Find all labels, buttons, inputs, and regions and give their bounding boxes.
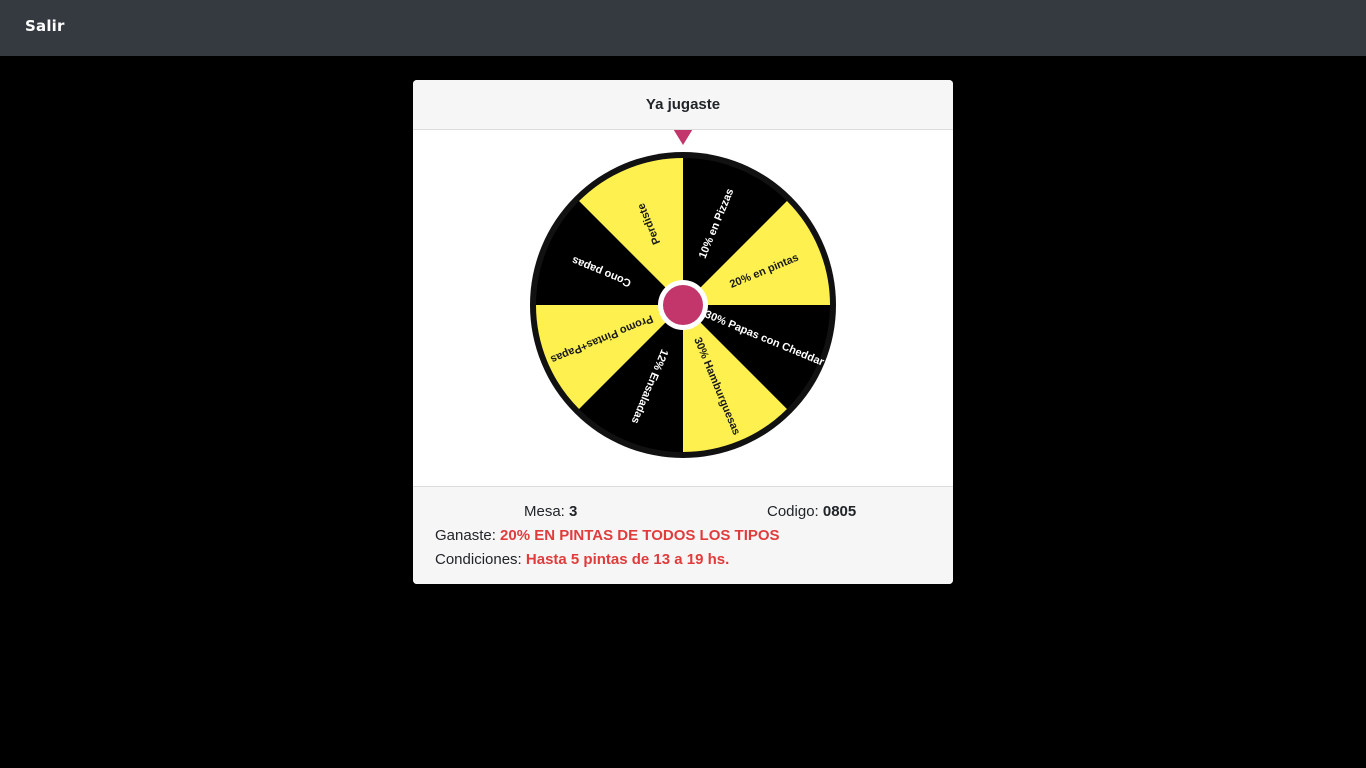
wheel-hub <box>663 285 703 325</box>
ganaste-label: Ganaste: <box>435 527 496 544</box>
game-card: Ya jugaste 10% en Pizzas 20% en pintas 30%… <box>413 80 953 584</box>
card-body: 10% en Pizzas 20% en pintas 30% Papas con … <box>413 130 953 486</box>
prize-wheel: 10% en Pizzas20% en pintas30% Papas con … <box>530 130 836 458</box>
ganaste-value: 20% EN PINTAS DE TODOS LOS TIPOS <box>500 527 780 544</box>
pointer-icon <box>673 130 693 145</box>
conditions-info: Condiciones: Hasta 5 pintas de 13 a 19 h… <box>435 551 729 568</box>
exit-link[interactable]: Salir <box>25 17 65 35</box>
mesa-label: Mesa: <box>524 503 565 520</box>
mesa-value: 3 <box>569 503 578 520</box>
codigo-info: Codigo: 0805 <box>767 503 856 520</box>
top-navbar: Salir <box>0 0 1366 56</box>
card-footer: Mesa: 3 Codigo: 0805 Ganaste: 20% EN PIN… <box>413 486 953 584</box>
condiciones-value: Hasta 5 pintas de 13 a 19 hs. <box>525 551 730 568</box>
prize-info: Ganaste: 20% EN PINTAS DE TODOS LOS TIPO… <box>435 527 780 544</box>
condiciones-label: Condiciones: <box>435 551 522 568</box>
codigo-value: 0805 <box>822 503 857 520</box>
codigo-label: Codigo: <box>767 503 819 520</box>
mesa-info: Mesa: 3 <box>524 503 577 520</box>
card-header: Ya jugaste <box>413 80 953 130</box>
card-title: Ya jugaste <box>645 96 721 113</box>
